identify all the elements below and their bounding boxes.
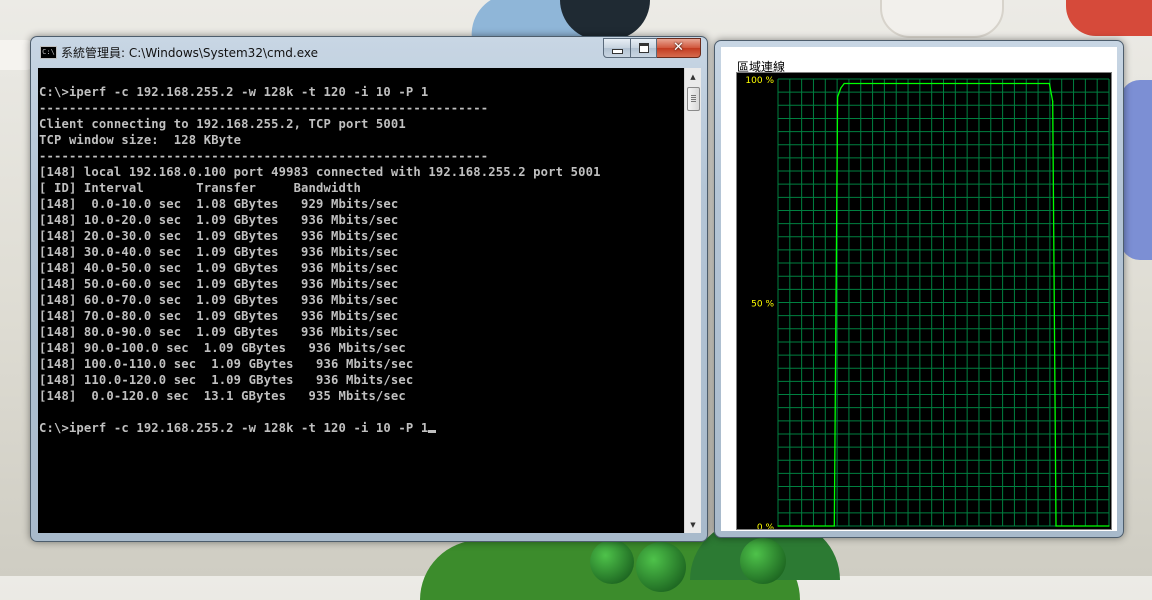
close-button[interactable]: ✕ — [657, 38, 701, 58]
series-point — [1052, 100, 1054, 102]
console-line: [148] 20.0-30.0 sec 1.09 GBytes 936 Mbit… — [39, 229, 399, 243]
chart-svg: 100 % 50 % 0 % — [737, 73, 1111, 529]
prompt-line[interactable]: C:\>iperf -c 192.168.255.2 -w 128k -t 12… — [38, 420, 684, 436]
minimize-button[interactable] — [603, 38, 631, 58]
close-icon: ✕ — [673, 40, 684, 55]
title-bar[interactable]: C:\ 系統管理員: C:\Windows\System32\cmd.exe ✕ — [31, 37, 707, 65]
console-line: [148] 50.0-60.0 sec 1.09 GBytes 936 Mbit… — [39, 277, 399, 291]
prompt-text: C:\>iperf -c 192.168.255.2 -w 128k -t 12… — [39, 421, 429, 435]
console-line: [148] 60.0-70.0 sec 1.09 GBytes 936 Mbit… — [39, 293, 399, 307]
console-line: [148] 0.0-120.0 sec 13.1 GBytes 935 Mbit… — [39, 389, 406, 403]
cmd-icon[interactable]: C:\ — [40, 46, 57, 59]
console-line: [148] 40.0-50.0 sec 1.09 GBytes 936 Mbit… — [39, 261, 399, 275]
scroll-up-icon[interactable]: ▲ — [686, 69, 700, 84]
console-line: TCP window size: 128 KByte — [39, 133, 242, 147]
series-point — [1048, 82, 1051, 85]
series-point — [1108, 525, 1110, 527]
series-point — [777, 525, 779, 527]
y-tick-label: 0 % — [757, 523, 775, 529]
network-graph-window[interactable]: 區域連線 100 % 50 % 0 % — [714, 40, 1124, 538]
network-utilization-chart: 100 % 50 % 0 % — [736, 72, 1112, 530]
graph-panel: 區域連線 100 % 50 % 0 % — [721, 47, 1117, 531]
wallpaper-decoration — [880, 0, 1004, 38]
console-line: [148] 0.0-10.0 sec 1.08 GBytes 929 Mbits… — [39, 197, 399, 211]
console-output[interactable]: C:\>iperf -c 192.168.255.2 -w 128k -t 12… — [38, 68, 684, 533]
caption-buttons: ✕ — [603, 38, 701, 58]
console-line: [148] 110.0-120.0 sec 1.09 GBytes 936 Mb… — [39, 373, 414, 387]
console-line: [148] 90.0-100.0 sec 1.09 GBytes 936 Mbi… — [39, 341, 406, 355]
vertical-scrollbar[interactable]: ▲ ▼ — [684, 68, 701, 533]
window-title: 系統管理員: C:\Windows\System32\cmd.exe — [61, 46, 318, 60]
wallpaper-decoration — [590, 540, 634, 584]
wallpaper-decoration — [1120, 80, 1152, 260]
maximize-button[interactable] — [631, 38, 657, 58]
y-tick-label: 50 % — [751, 300, 774, 310]
series-point — [840, 87, 842, 89]
y-tick-label: 100 % — [745, 76, 774, 86]
console-line: [148] 10.0-20.0 sec 1.09 GBytes 936 Mbit… — [39, 213, 399, 227]
wallpaper-decoration — [1066, 0, 1152, 36]
series-point — [1055, 525, 1057, 527]
series-point — [843, 82, 845, 85]
console-text: C:\>iperf -c 192.168.255.2 -w 128k -t 12… — [38, 68, 684, 420]
console-line: [148] 70.0-80.0 sec 1.09 GBytes 936 Mbit… — [39, 309, 399, 323]
console-line: Client connecting to 192.168.255.2, TCP … — [39, 117, 406, 131]
console-line: [ ID] Interval Transfer Bandwidth — [39, 181, 361, 195]
scroll-down-icon[interactable]: ▼ — [686, 517, 700, 532]
cmd-window[interactable]: C:\ 系統管理員: C:\Windows\System32\cmd.exe ✕… — [30, 36, 708, 542]
wallpaper-decoration — [636, 542, 686, 592]
scroll-thumb[interactable] — [687, 87, 700, 111]
console-line: [148] local 192.168.0.100 port 49983 con… — [39, 165, 601, 179]
minimize-icon — [611, 48, 623, 54]
console-line: [148] 80.0-90.0 sec 1.09 GBytes 936 Mbit… — [39, 325, 399, 339]
text-cursor — [428, 430, 437, 433]
series-point — [833, 525, 835, 527]
console-line: ----------------------------------------… — [39, 149, 489, 163]
series-point — [836, 96, 839, 98]
console-line: ----------------------------------------… — [39, 101, 489, 115]
wallpaper-decoration — [740, 538, 786, 584]
series-point — [846, 82, 849, 85]
maximize-icon — [638, 43, 649, 53]
console-line: [148] 100.0-110.0 sec 1.09 GBytes 936 Mb… — [39, 357, 414, 371]
console-line: [148] 30.0-40.0 sec 1.09 GBytes 936 Mbit… — [39, 245, 399, 259]
console-line: C:\>iperf -c 192.168.255.2 -w 128k -t 12… — [39, 85, 429, 99]
